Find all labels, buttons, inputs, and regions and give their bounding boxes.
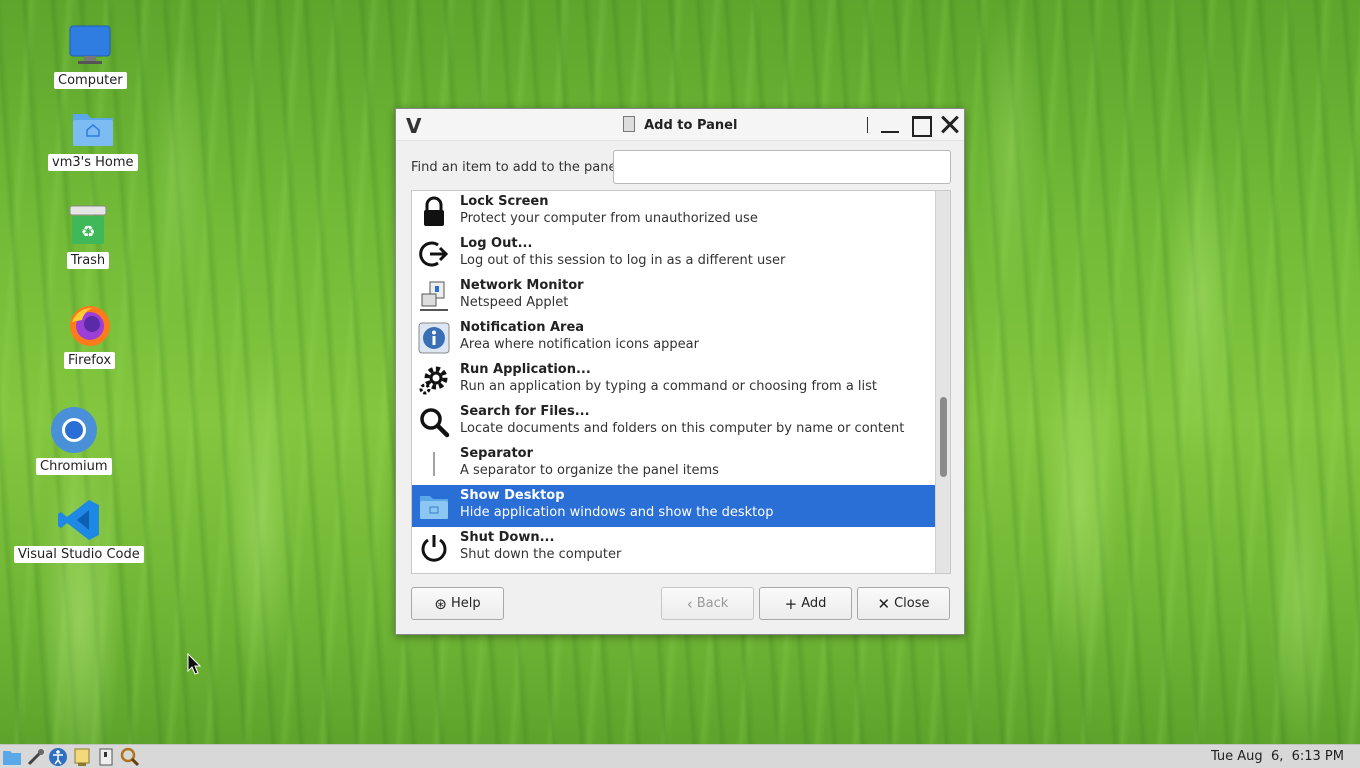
titlebar-divider bbox=[867, 117, 868, 133]
item-description: Hide application windows and show the de… bbox=[460, 505, 774, 520]
desktop-icon-label: Chromium bbox=[36, 458, 112, 475]
accessibility-icon[interactable] bbox=[48, 747, 68, 767]
notes-icon[interactable] bbox=[72, 747, 92, 767]
desktop-icon-label: Trash bbox=[66, 252, 110, 269]
close-label: Close bbox=[894, 596, 930, 611]
item-name: Notification Area bbox=[460, 320, 585, 335]
list-item-separator[interactable]: Separator A separator to organize the pa… bbox=[412, 443, 936, 485]
firefox-icon bbox=[68, 304, 112, 348]
item-name: Run Application... bbox=[460, 362, 591, 377]
gears-icon bbox=[418, 364, 450, 396]
item-description: Netspeed Applet bbox=[460, 295, 569, 310]
panel-icon bbox=[622, 116, 635, 132]
list-item-shut-down[interactable]: Shut Down... Shut down the computer bbox=[412, 527, 936, 569]
close-icon: ✕ bbox=[877, 594, 891, 613]
item-name: Lock Screen bbox=[460, 194, 549, 209]
scrollbar-thumb[interactable] bbox=[940, 397, 947, 477]
desktop-icon-label: Visual Studio Code bbox=[14, 546, 144, 563]
close-window-button[interactable] bbox=[938, 113, 962, 137]
help-label: Help bbox=[450, 596, 481, 611]
svg-text:♻: ♻ bbox=[81, 222, 95, 241]
desktop-icon-label: Computer bbox=[54, 72, 127, 89]
item-description: Locate documents and folders on this com… bbox=[460, 421, 905, 436]
list-item-network-monitor[interactable]: Network Monitor Netspeed Applet bbox=[412, 275, 936, 317]
dialog-titlebar[interactable]: V Add to Panel bbox=[396, 109, 964, 141]
desktop-folder-icon bbox=[418, 490, 450, 522]
item-list[interactable]: Lock Screen Protect your computer from u… bbox=[411, 190, 951, 574]
desktop-icon-firefox[interactable]: Firefox bbox=[64, 304, 116, 369]
list-item-log-out[interactable]: Log Out... Log out of this session to lo… bbox=[412, 233, 936, 275]
add-button[interactable]: + Add bbox=[759, 587, 852, 620]
list-item-show-desktop[interactable]: Show Desktop Hide application windows an… bbox=[412, 485, 936, 527]
add-to-panel-dialog: V Add to Panel Find an item to add to th… bbox=[395, 108, 965, 635]
computer-icon bbox=[68, 24, 112, 68]
network-monitor-icon bbox=[418, 280, 450, 312]
desktop-icon-chromium[interactable]: Chromium bbox=[36, 406, 112, 475]
separator-icon bbox=[418, 448, 450, 480]
logout-icon bbox=[418, 238, 450, 270]
item-name: Shut Down... bbox=[460, 530, 555, 545]
terminal-tool-icon[interactable] bbox=[26, 747, 46, 767]
item-name: Log Out... bbox=[460, 236, 533, 251]
maximize-button[interactable] bbox=[908, 113, 932, 137]
panel-item-icon[interactable] bbox=[96, 747, 116, 767]
item-name: Network Monitor bbox=[460, 278, 584, 293]
folder-icon[interactable] bbox=[2, 747, 22, 767]
item-description: Protect your computer from unauthorized … bbox=[460, 211, 758, 226]
taskbar: Tue Aug 6, 6:13 PM bbox=[0, 744, 1360, 768]
dialog-title: Add to Panel bbox=[644, 118, 738, 133]
chevron-left-icon: ‹ bbox=[686, 594, 693, 613]
desktop-icon-home[interactable]: vm3's Home bbox=[48, 106, 138, 171]
list-item-lock-screen[interactable]: Lock Screen Protect your computer from u… bbox=[412, 191, 936, 233]
item-description: Area where notification icons appear bbox=[460, 337, 699, 352]
back-label: Back bbox=[696, 596, 729, 611]
search-icon[interactable] bbox=[120, 747, 140, 767]
list-item-run-application[interactable]: Run Application... Run an application by… bbox=[412, 359, 936, 401]
trash-icon: ♻ bbox=[66, 204, 110, 248]
list-item-search-for-files[interactable]: Search for Files... Locate documents and… bbox=[412, 401, 936, 443]
clock[interactable]: Tue Aug 6, 6:13 PM bbox=[1211, 749, 1344, 764]
item-name: Show Desktop bbox=[460, 488, 565, 503]
search-input[interactable] bbox=[613, 150, 951, 184]
minimize-button[interactable] bbox=[878, 113, 902, 137]
list-scrollbar[interactable] bbox=[935, 191, 950, 573]
desktop-icon-trash[interactable]: ♻ Trash bbox=[66, 204, 110, 269]
item-name: Separator bbox=[460, 446, 533, 461]
item-description: Shut down the computer bbox=[460, 547, 622, 562]
help-button[interactable]: ⊛ Help bbox=[411, 587, 504, 620]
power-icon bbox=[418, 532, 450, 564]
desktop-icon-label: vm3's Home bbox=[48, 154, 138, 171]
desktop-icon-vscode[interactable]: Visual Studio Code bbox=[14, 498, 144, 563]
home-folder-icon bbox=[71, 106, 115, 150]
desktop-icon-computer[interactable]: Computer bbox=[54, 24, 127, 89]
add-label: Add bbox=[801, 596, 827, 611]
item-description: A separator to organize the panel items bbox=[460, 463, 719, 478]
info-icon bbox=[418, 322, 450, 354]
close-button[interactable]: ✕ Close bbox=[857, 587, 950, 620]
search-icon bbox=[418, 406, 450, 438]
item-description: Run an application by typing a command o… bbox=[460, 379, 878, 394]
chromium-icon bbox=[50, 406, 98, 454]
help-icon: ⊛ bbox=[434, 594, 447, 613]
back-button[interactable]: ‹ Back bbox=[661, 587, 754, 620]
list-item-notification-area[interactable]: Notification Area Area where notificatio… bbox=[412, 317, 936, 359]
desktop-icon-label: Firefox bbox=[64, 352, 116, 369]
vscode-icon bbox=[57, 498, 101, 542]
plus-icon: + bbox=[784, 594, 798, 613]
lock-icon bbox=[418, 196, 450, 228]
item-name: Search for Files... bbox=[460, 404, 590, 419]
item-description: Log out of this session to log in as a d… bbox=[460, 253, 786, 268]
find-label: Find an item to add to the panel: bbox=[411, 160, 625, 175]
